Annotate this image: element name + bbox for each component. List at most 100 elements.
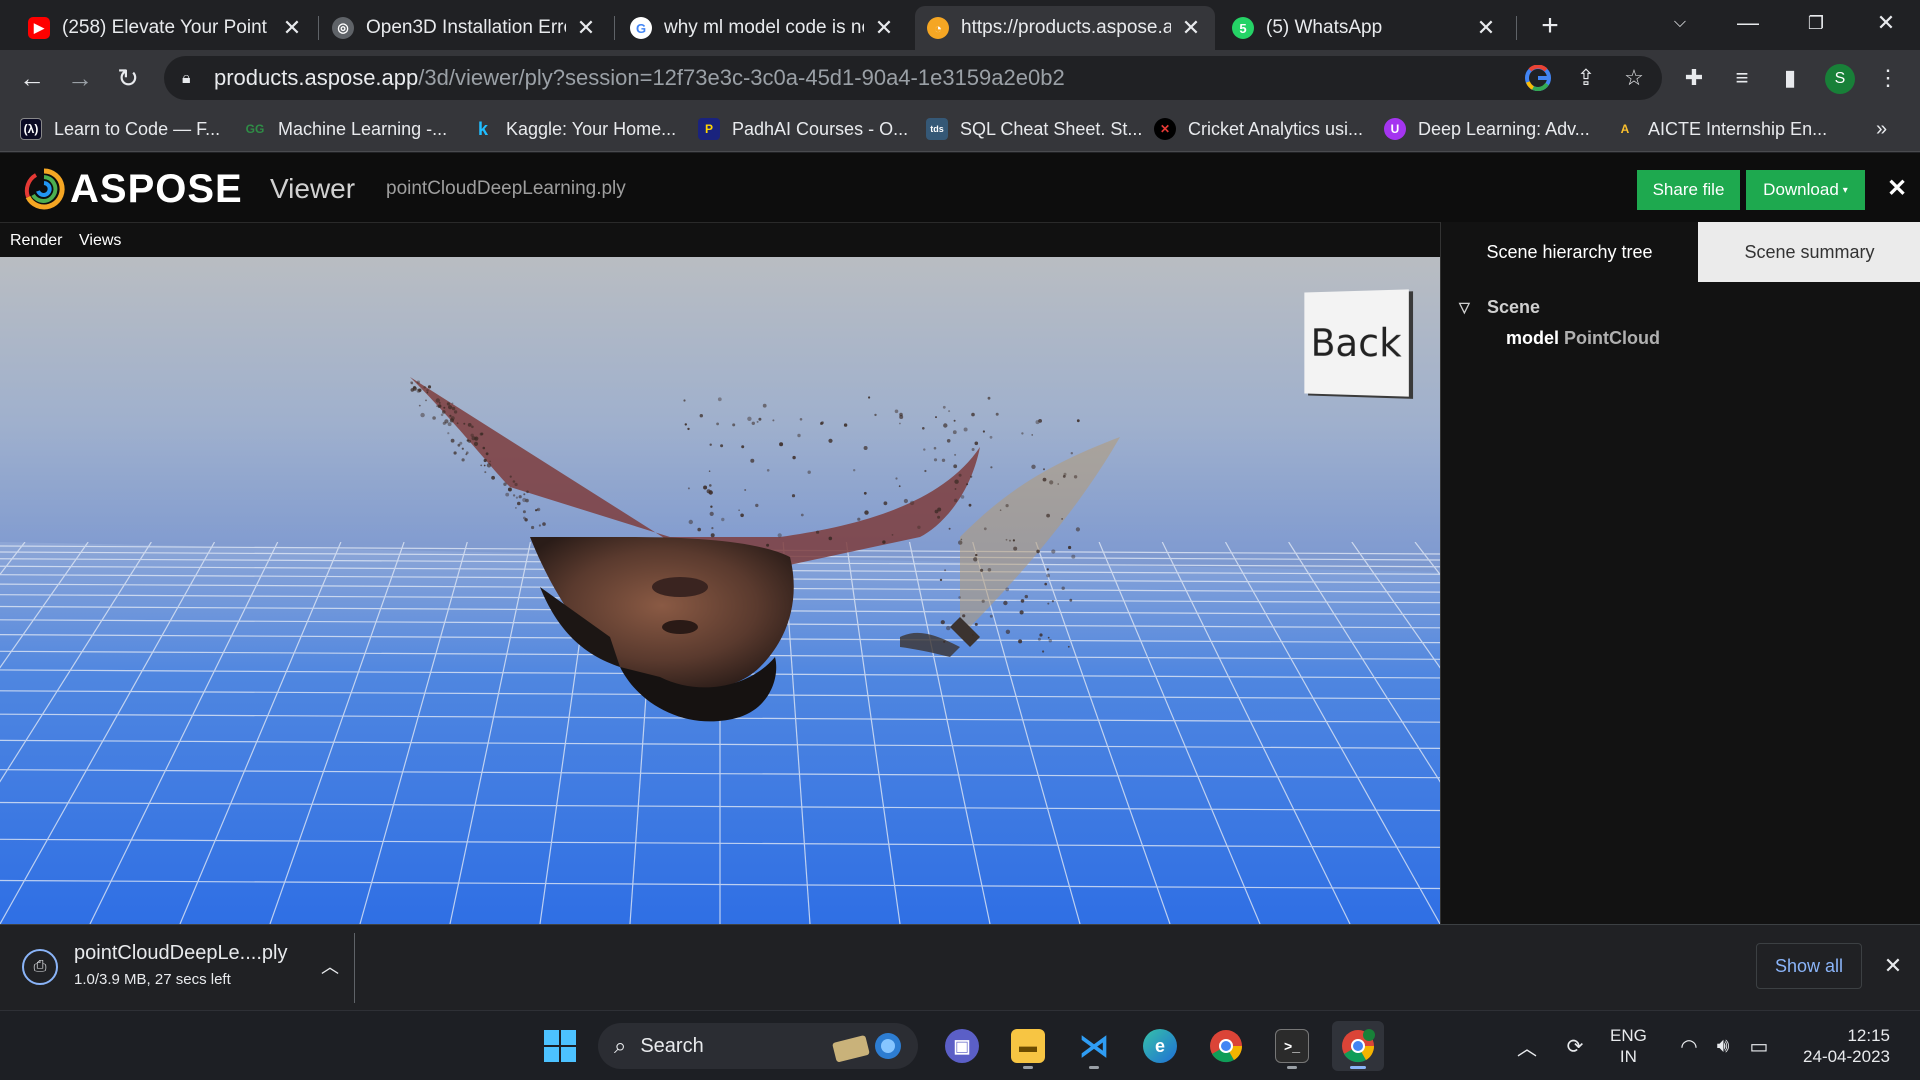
collapse-triangle-icon[interactable]: ▽: [1459, 299, 1475, 316]
file-explorer-app[interactable]: ▬: [1002, 1021, 1054, 1071]
point-speck: [980, 568, 984, 572]
point-speck: [1057, 483, 1059, 485]
input-language-indicator[interactable]: ENG IN: [1610, 1025, 1647, 1067]
browser-tab-open3d[interactable]: ◎ Open3D Installation Error. ✕: [320, 6, 610, 50]
address-bar[interactable]: 🔒︎ products.aspose.app/3d/viewer/ply?ses…: [164, 56, 1662, 100]
menu-views[interactable]: Views: [79, 232, 121, 250]
close-tab-icon[interactable]: ✕: [280, 15, 304, 41]
bookmark-item[interactable]: U Deep Learning: Adv...: [1384, 114, 1590, 144]
edge-app[interactable]: e: [1134, 1021, 1186, 1071]
point-speck: [453, 410, 458, 414]
bookmark-item[interactable]: tds SQL Cheat Sheet. St...: [926, 114, 1142, 144]
volume-icon[interactable]: 🔊︎: [1710, 1033, 1736, 1059]
tab-separator: [318, 16, 319, 40]
browser-tab-whatsapp[interactable]: 5 (5) WhatsApp ✕: [1220, 6, 1510, 50]
share-page-icon[interactable]: ⇪: [1568, 60, 1604, 96]
profile-avatar[interactable]: S: [1825, 64, 1855, 94]
reading-list-icon[interactable]: ≡: [1724, 58, 1760, 98]
chrome-app[interactable]: [1200, 1021, 1252, 1071]
3d-viewport[interactable]: Back: [0, 257, 1440, 924]
vscode-app[interactable]: ⋊: [1068, 1021, 1120, 1071]
show-all-downloads-button[interactable]: Show all: [1756, 943, 1862, 989]
bookmark-item[interactable]: k Kaggle: Your Home...: [472, 114, 676, 144]
point-speck: [941, 458, 946, 462]
google-lens-icon[interactable]: [1520, 60, 1556, 96]
chrome-profile-app[interactable]: [1332, 1021, 1384, 1071]
share-file-button[interactable]: Share file: [1637, 170, 1740, 210]
aspose-swirl-icon: [24, 168, 65, 210]
point-speck: [899, 412, 903, 417]
youtube-icon: ▶: [28, 17, 50, 39]
close-tab-icon[interactable]: ✕: [872, 15, 896, 41]
point-speck: [538, 524, 541, 527]
forward-arrow-icon[interactable]: →: [60, 58, 100, 98]
point-speck: [828, 536, 833, 541]
browser-tab-youtube[interactable]: ▶ (258) Elevate Your Point Cl ✕: [16, 6, 316, 50]
point-speck: [448, 405, 453, 410]
taskbar-search-box[interactable]: ⌕ Search: [598, 1023, 918, 1069]
teams-chat-app[interactable]: ▣: [936, 1021, 988, 1071]
bookmark-item[interactable]: P PadhAI Courses - O...: [698, 114, 908, 144]
sync-icon[interactable]: ⟳: [1562, 1033, 1588, 1059]
point-speck: [960, 538, 963, 541]
point-speck: [1005, 504, 1009, 508]
tab-scene-summary[interactable]: Scene summary: [1698, 222, 1920, 282]
windows-start-button[interactable]: [534, 1021, 586, 1071]
extensions-puzzle-icon[interactable]: ✚: [1676, 58, 1712, 98]
tree-node-scene[interactable]: ▽ Scene: [1459, 297, 1540, 318]
bookmark-label: AICTE Internship En...: [1648, 118, 1828, 139]
back-view-button[interactable]: Back: [1304, 289, 1409, 397]
point-speck: [924, 469, 927, 473]
point-speck: [717, 397, 722, 402]
point-speck: [800, 513, 804, 517]
bookmark-star-icon[interactable]: ☆: [1616, 60, 1652, 96]
new-tab-button[interactable]: +: [1530, 6, 1570, 46]
reload-icon[interactable]: ↻: [108, 58, 148, 98]
viewer-menu-bar: Render Views: [0, 222, 1440, 257]
browser-tab-aspose[interactable]: ◔ https://products.aspose.ap ✕: [915, 6, 1215, 50]
close-window-icon[interactable]: ✕: [1852, 0, 1920, 46]
menu-render[interactable]: Render: [10, 232, 62, 250]
download-item[interactable]: ⎙ pointCloudDeepLe....ply 1.0/3.9 MB, 27…: [18, 940, 343, 996]
chevron-up-icon[interactable]: ︿: [316, 952, 344, 980]
bookmark-item[interactable]: (λ) Learn to Code — F...: [20, 114, 220, 144]
point-speck: [942, 405, 946, 409]
point-speck: [447, 422, 452, 427]
close-viewer-icon[interactable]: ✕: [1882, 173, 1912, 203]
point-cloud-model[interactable]: [380, 337, 1180, 857]
point-speck: [522, 510, 526, 514]
wifi-icon[interactable]: ◠: [1676, 1033, 1702, 1059]
tab-scene-hierarchy-tree[interactable]: Scene hierarchy tree: [1441, 222, 1698, 282]
url-path: /3d/viewer/ply?session=12f73e3c-3c0a-45d…: [418, 65, 1065, 90]
browser-tab-google[interactable]: G why ml model code is not ✕: [618, 6, 908, 50]
show-hidden-icons-chevron-icon[interactable]: ︿: [1514, 1033, 1540, 1060]
more-menu-icon[interactable]: ⋮: [1870, 58, 1906, 98]
point-speck: [779, 442, 784, 447]
close-downloads-bar-icon[interactable]: ✕: [1878, 951, 1908, 981]
close-tab-icon[interactable]: ✕: [574, 15, 598, 41]
bookmark-label: Deep Learning: Adv...: [1418, 118, 1590, 139]
battery-icon[interactable]: ▭: [1746, 1033, 1772, 1059]
bookmark-item[interactable]: A AICTE Internship En...: [1614, 114, 1827, 144]
close-tab-icon[interactable]: ✕: [1179, 15, 1203, 41]
bookmark-item[interactable]: ✕ Cricket Analytics usi...: [1154, 114, 1363, 144]
point-speck: [987, 568, 992, 572]
close-tab-icon[interactable]: ✕: [1474, 15, 1498, 41]
terminal-app[interactable]: >_: [1266, 1021, 1318, 1071]
tree-node-model[interactable]: model PointCloud: [1506, 328, 1660, 349]
point-speck: [899, 422, 901, 425]
point-speck: [489, 460, 492, 463]
minimize-window-icon[interactable]: —: [1714, 0, 1782, 46]
bookmark-item[interactable]: GG Machine Learning -...: [244, 114, 447, 144]
restore-window-icon[interactable]: ❐: [1782, 0, 1850, 46]
bookmarks-overflow-button[interactable]: »: [1876, 114, 1887, 144]
tab-search-chevron-icon[interactable]: ⌵: [1646, 0, 1714, 46]
back-arrow-icon[interactable]: ←: [12, 58, 52, 98]
point-speck: [939, 578, 943, 582]
point-speck: [531, 525, 535, 530]
aspose-logo[interactable]: ASPOSE: [22, 167, 243, 211]
point-speck: [1046, 513, 1050, 518]
system-clock[interactable]: 12:15 24-04-2023: [1790, 1025, 1890, 1067]
download-button[interactable]: Download ▾: [1746, 170, 1865, 210]
side-panel-icon[interactable]: ▮: [1772, 58, 1808, 98]
